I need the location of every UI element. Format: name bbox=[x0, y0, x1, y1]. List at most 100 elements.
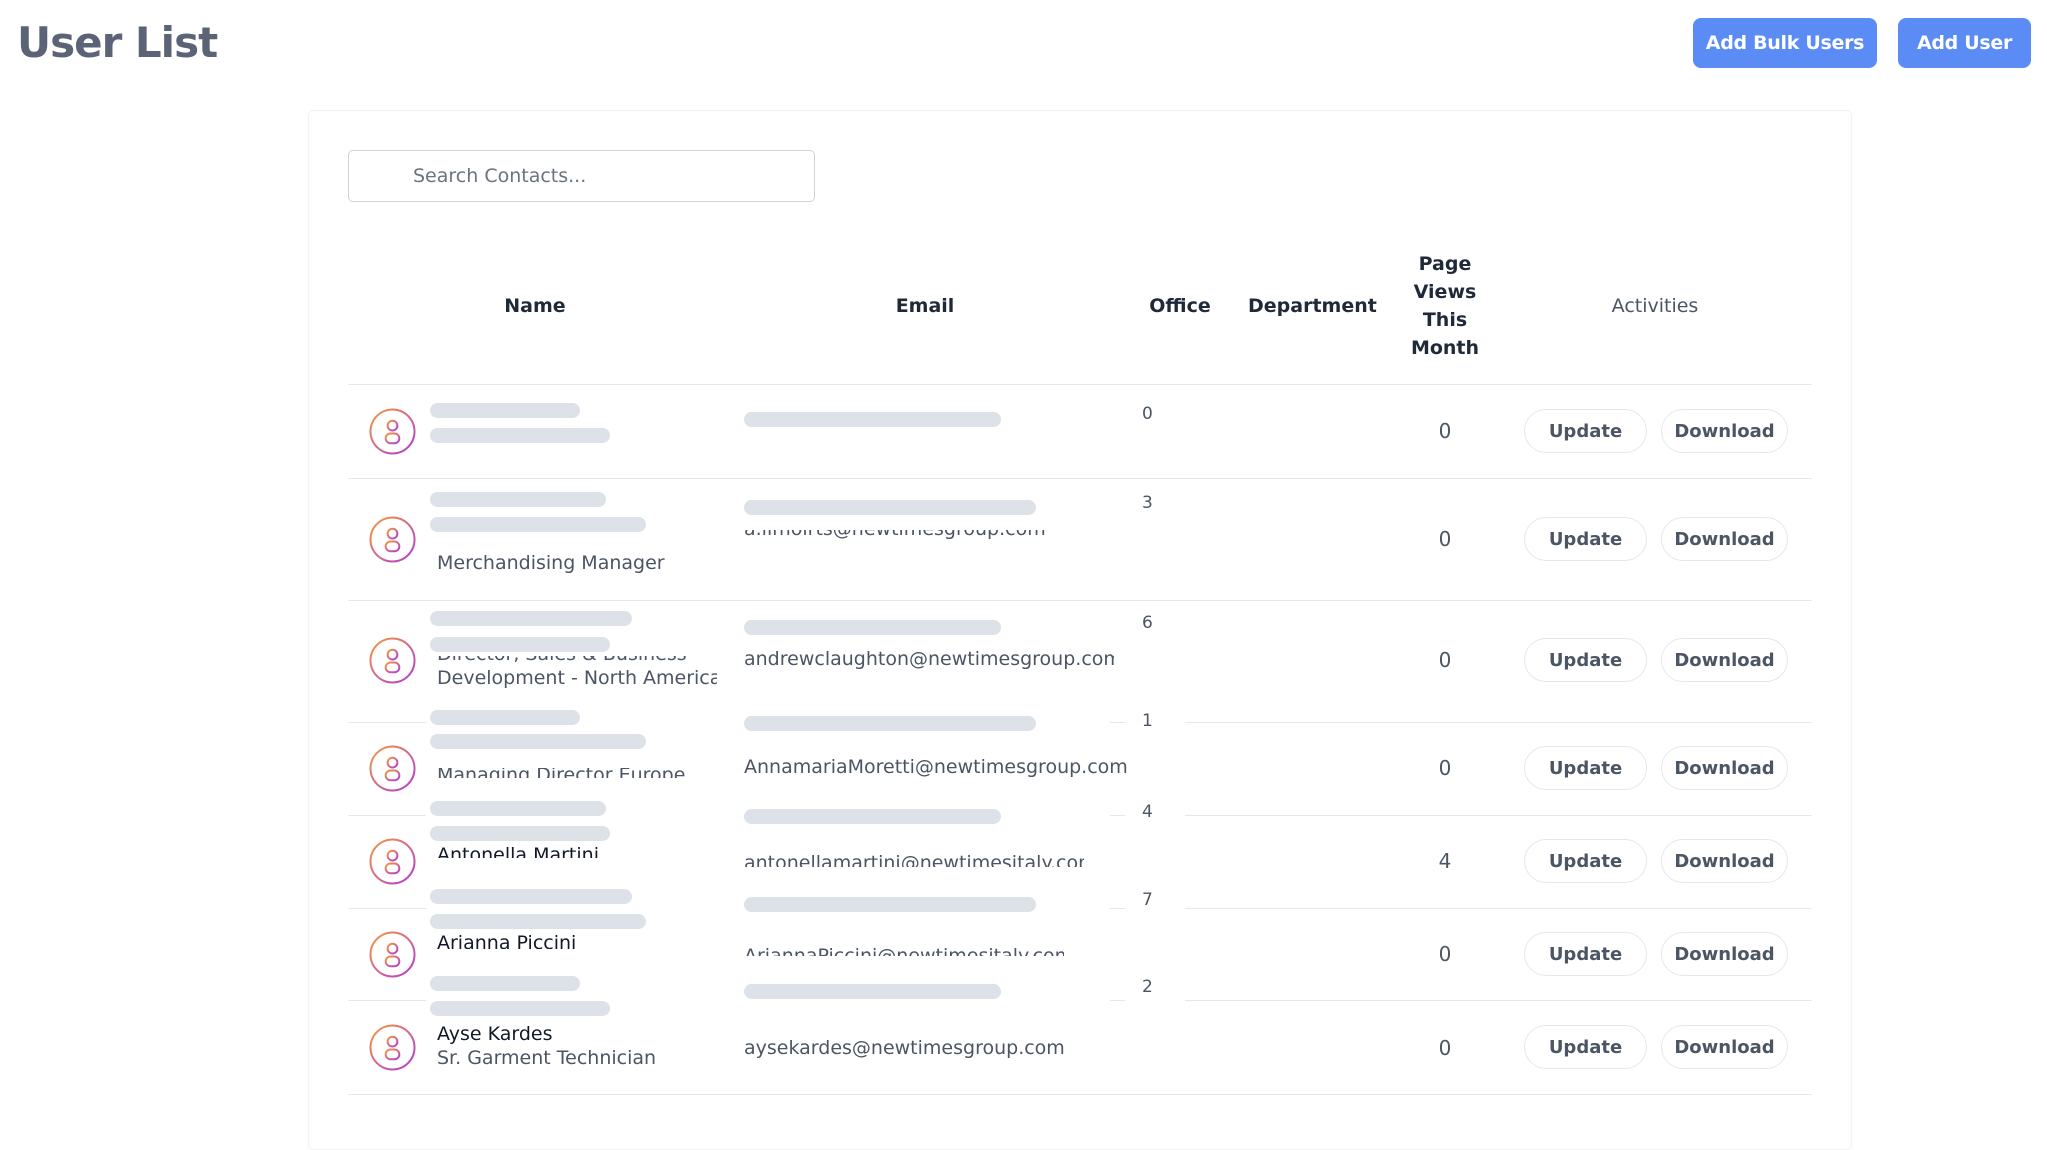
office-value: 4 bbox=[1142, 802, 1153, 822]
role-skeleton bbox=[430, 1001, 610, 1016]
office-value: 3 bbox=[1142, 493, 1153, 513]
user-avatar-icon bbox=[369, 516, 416, 563]
update-button[interactable]: Update bbox=[1524, 1025, 1647, 1069]
page-views-value: 4 bbox=[1438, 849, 1452, 873]
header-divider bbox=[348, 384, 1812, 385]
add-user-button[interactable]: Add User bbox=[1898, 18, 2031, 68]
email-clip: antonellamartini@newtimesitaly.com bbox=[744, 854, 1084, 867]
name-clip: Antonella Martini bbox=[437, 846, 637, 858]
role-skeleton bbox=[430, 914, 646, 929]
row-divider bbox=[348, 815, 426, 816]
user-role: Merchandising Manager bbox=[437, 552, 665, 574]
role-skeleton bbox=[430, 637, 610, 652]
download-button[interactable]: Download bbox=[1661, 1025, 1788, 1069]
user-table-card bbox=[308, 110, 1852, 1150]
user-name: Arianna Piccini bbox=[437, 934, 577, 949]
email-clip: a.limoirts@newtimesgroup.com bbox=[744, 530, 1064, 548]
role-skeleton bbox=[430, 734, 646, 749]
office-value: 2 bbox=[1142, 977, 1153, 997]
role-skeleton bbox=[430, 826, 610, 841]
role-clip: Director, Sales & Business Development -… bbox=[437, 656, 717, 688]
col-header-email[interactable]: Email bbox=[860, 292, 990, 320]
user-avatar-icon bbox=[369, 931, 416, 978]
add-bulk-users-button[interactable]: Add Bulk Users bbox=[1693, 18, 1877, 68]
email-skeleton bbox=[744, 500, 1036, 515]
page-views-value: 0 bbox=[1438, 648, 1452, 672]
office-value: 1 bbox=[1142, 711, 1153, 731]
email-skeleton bbox=[744, 809, 1001, 824]
col-header-office[interactable]: Office bbox=[1140, 292, 1220, 320]
user-email: antonellamartini@newtimesitaly.com bbox=[744, 854, 1084, 867]
update-button[interactable]: Update bbox=[1524, 409, 1647, 453]
update-button[interactable]: Update bbox=[1524, 517, 1647, 561]
email-skeleton bbox=[744, 716, 1036, 731]
name-skeleton bbox=[430, 492, 606, 507]
user-email: AnnamariaMoretti@newtimesgroup.com bbox=[744, 756, 1128, 778]
download-button[interactable]: Download bbox=[1661, 839, 1788, 883]
user-email: aysekardes@newtimesgroup.com bbox=[744, 1037, 1065, 1059]
download-button[interactable]: Download bbox=[1661, 409, 1788, 453]
user-email: andrewclaughton@newtimesgroup.com bbox=[744, 651, 1114, 670]
user-role-line1: Director, Sales & Business bbox=[437, 656, 717, 666]
col-header-name[interactable]: Name bbox=[470, 292, 600, 320]
download-button[interactable]: Download bbox=[1661, 746, 1788, 790]
email-skeleton bbox=[744, 412, 1001, 427]
row-divider bbox=[1185, 908, 1812, 909]
office-value: 0 bbox=[1142, 404, 1153, 424]
row-divider bbox=[348, 600, 1812, 601]
row-divider bbox=[1185, 815, 1812, 816]
name-clip: Arianna Piccini bbox=[437, 934, 637, 949]
row-divider bbox=[348, 1000, 426, 1001]
role-skeleton bbox=[430, 428, 610, 443]
row-divider bbox=[348, 908, 426, 909]
role-skeleton bbox=[430, 517, 646, 532]
download-button[interactable]: Download bbox=[1661, 517, 1788, 561]
row-divider bbox=[348, 478, 1812, 479]
download-button[interactable]: Download bbox=[1661, 932, 1788, 976]
update-button[interactable]: Update bbox=[1524, 839, 1647, 883]
user-avatar-icon bbox=[369, 1024, 416, 1071]
search-input[interactable] bbox=[413, 165, 793, 187]
user-avatar-icon bbox=[369, 637, 416, 684]
row-divider bbox=[1110, 815, 1125, 816]
page-views-value: 0 bbox=[1438, 942, 1452, 966]
name-skeleton bbox=[430, 976, 580, 991]
email-skeleton bbox=[744, 897, 1036, 912]
name-skeleton bbox=[430, 710, 580, 725]
user-role: Sr. Garment Technician bbox=[437, 1047, 657, 1069]
email-clip: AriannaPiccini@newtimesitaly.com bbox=[744, 947, 1064, 956]
row-divider bbox=[1110, 1000, 1125, 1001]
email-skeleton bbox=[744, 984, 1001, 999]
page-views-value: 0 bbox=[1438, 419, 1452, 443]
user-avatar-icon bbox=[369, 408, 416, 455]
user-name: Antonella Martini bbox=[437, 846, 599, 858]
user-avatar-icon bbox=[369, 745, 416, 792]
name-skeleton bbox=[430, 403, 580, 418]
row-divider bbox=[1185, 1000, 1812, 1001]
update-button[interactable]: Update bbox=[1524, 746, 1647, 790]
user-role: Managing Director Europe bbox=[437, 768, 685, 778]
col-header-department[interactable]: Department bbox=[1248, 292, 1377, 320]
name-skeleton bbox=[430, 611, 632, 626]
row-divider bbox=[1110, 908, 1125, 909]
page-views-value: 0 bbox=[1438, 1036, 1452, 1060]
update-button[interactable]: Update bbox=[1524, 638, 1647, 682]
col-header-page-views[interactable]: Page Views This Month bbox=[1395, 250, 1495, 362]
col-header-activities: Activities bbox=[1611, 295, 1699, 317]
name-skeleton bbox=[430, 801, 606, 816]
user-email: a.limoirts@newtimesgroup.com bbox=[744, 530, 1046, 540]
email-clip: andrewclaughton@newtimesgroup.com bbox=[744, 651, 1114, 670]
role-clip: Managing Director Europe bbox=[437, 768, 697, 778]
page-title: User List bbox=[17, 18, 218, 67]
search-box[interactable] bbox=[348, 150, 815, 202]
row-divider bbox=[1185, 722, 1812, 723]
user-email: AriannaPiccini@newtimesitaly.com bbox=[744, 947, 1064, 956]
row-divider bbox=[1110, 722, 1125, 723]
user-name: Ayse Kardes bbox=[437, 1023, 553, 1045]
user-role-line2: Development - North America bbox=[437, 667, 717, 688]
download-button[interactable]: Download bbox=[1661, 638, 1788, 682]
name-skeleton bbox=[430, 889, 632, 904]
update-button[interactable]: Update bbox=[1524, 932, 1647, 976]
page-views-value: 0 bbox=[1438, 527, 1452, 551]
office-value: 7 bbox=[1142, 890, 1153, 910]
